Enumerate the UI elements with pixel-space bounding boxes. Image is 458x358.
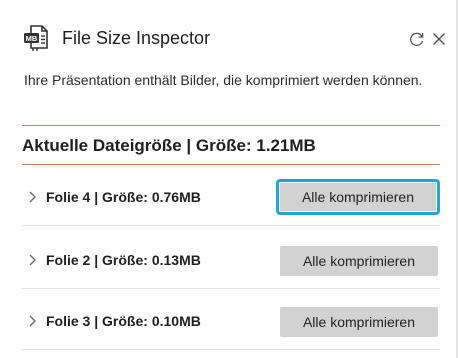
svg-text:MB: MB	[26, 34, 38, 43]
row-divider	[22, 288, 440, 289]
section-divider-bottom	[22, 164, 440, 165]
compress-all-button[interactable]: Alle komprimieren	[280, 246, 438, 276]
compress-all-button[interactable]: Alle komprimieren	[276, 179, 440, 215]
chevron-right-icon[interactable]	[28, 190, 38, 204]
section-divider-top	[22, 125, 440, 126]
current-file-size: Aktuelle Dateigröße | Größe: 1.21MB	[22, 136, 316, 155]
slide-row: Folie 3 | Größe: 0.10MB Alle komprimiere…	[22, 294, 440, 350]
close-icon[interactable]	[430, 30, 448, 48]
compress-all-button[interactable]: Alle komprimieren	[280, 307, 438, 337]
slide-row: Folie 2 | Größe: 0.13MB Alle komprimiere…	[22, 233, 440, 289]
pane-header: MB File Size Inspector	[22, 22, 445, 56]
row-divider	[22, 349, 440, 350]
chevron-right-icon[interactable]	[28, 253, 38, 267]
chevron-right-icon[interactable]	[28, 314, 38, 328]
refresh-icon[interactable]	[408, 30, 426, 48]
pane-title: File Size Inspector	[62, 28, 211, 48]
slide-row: Folie 4 | Größe: 0.76MB Alle komprimiere…	[22, 170, 440, 226]
row-divider	[22, 225, 440, 226]
mb-file-icon: MB	[22, 24, 50, 52]
slide-size-label[interactable]: Folie 4 | Größe: 0.76MB	[46, 189, 201, 205]
slide-size-label[interactable]: Folie 2 | Größe: 0.13MB	[46, 252, 201, 268]
task-pane: MB File Size Inspector Ihre Präsentation…	[0, 0, 458, 358]
slide-size-label[interactable]: Folie 3 | Größe: 0.10MB	[46, 313, 201, 329]
compression-notice: Ihre Präsentation enthält Bilder, die ko…	[24, 72, 423, 88]
